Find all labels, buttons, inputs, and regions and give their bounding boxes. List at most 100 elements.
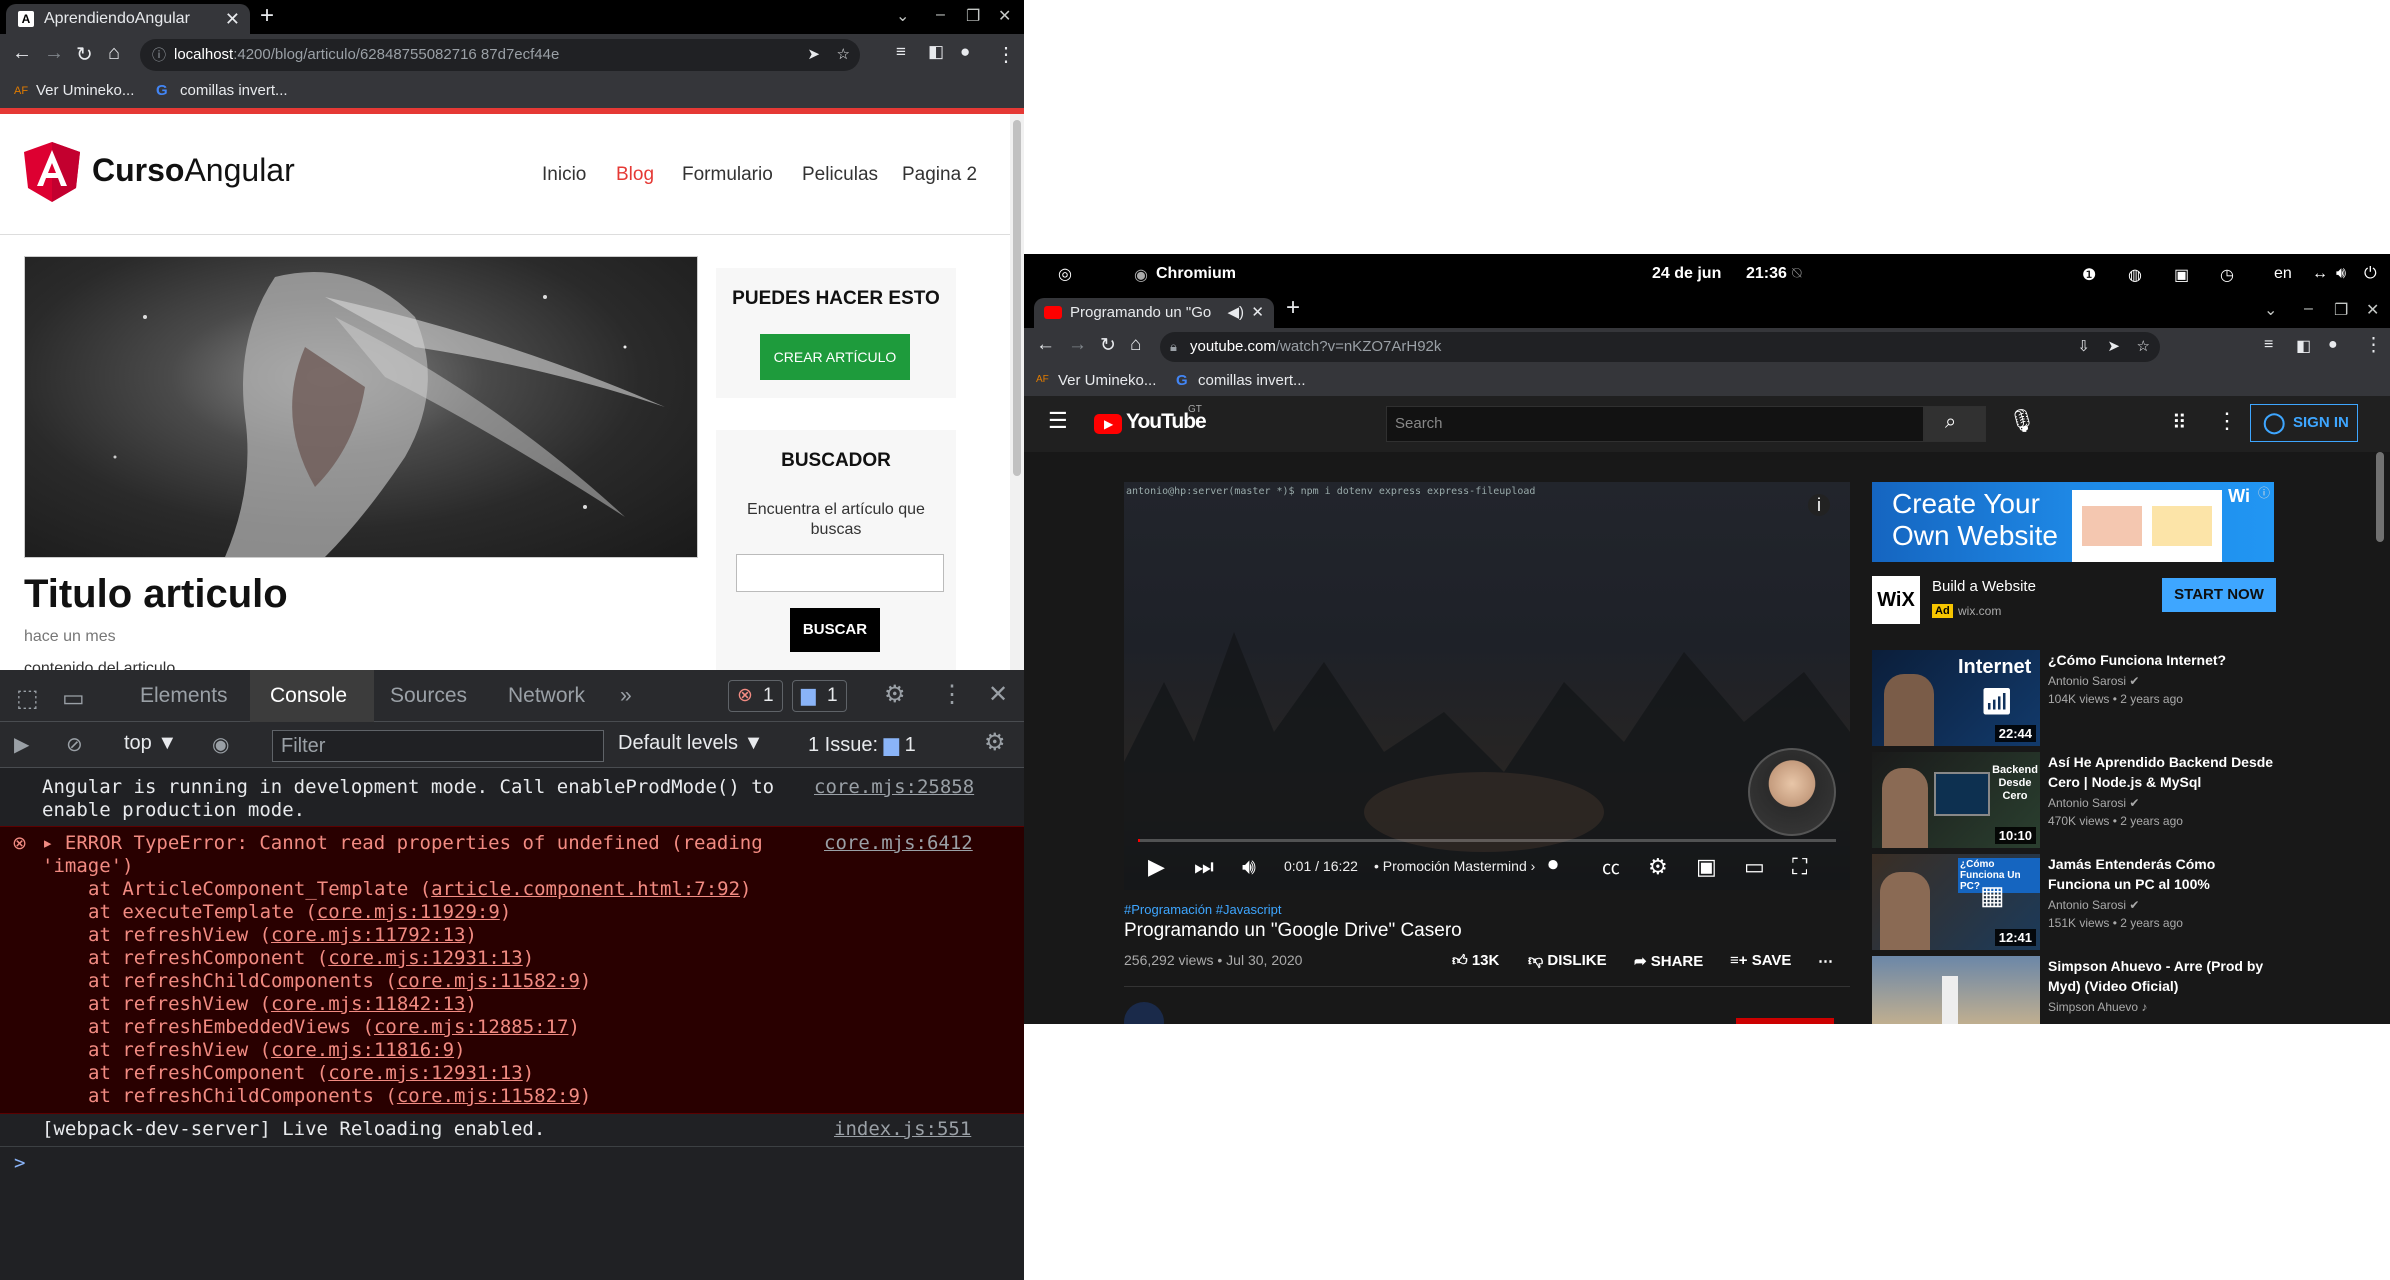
new-tab-icon[interactable]: + [260, 2, 274, 30]
subscribe-button[interactable] [1736, 1018, 1834, 1024]
profile-icon[interactable]: ● [2328, 336, 2338, 354]
network-icon[interactable]: ↔ [2312, 265, 2328, 283]
system-date[interactable]: 24 de jun [1652, 265, 1721, 283]
share-icon[interactable]: ➤ [2107, 332, 2120, 362]
stack-source-link[interactable]: core.mjs:12885:17 [374, 1016, 568, 1038]
keyboard-layout[interactable]: en [2274, 265, 2292, 283]
address-bar[interactable]: 🔒︎ youtube.com/watch?v=nKZO7ArH92k ⇩ ➤ ☆ [1160, 332, 2160, 362]
more-tabs-icon[interactable]: » [620, 684, 632, 708]
page-scrollbar-thumb[interactable] [2376, 452, 2384, 542]
video-thumbnail[interactable]: Backend Desde Cero 10:10 [1872, 752, 2040, 848]
ad-banner-image[interactable]: Create Your Own Website Wi ⓘ [1872, 482, 2274, 562]
tab-search-icon[interactable]: ⌄ [2264, 300, 2277, 320]
back-icon[interactable]: ← [1036, 334, 1055, 356]
bookmark-item[interactable]: comillas invert... [1198, 372, 1306, 389]
ad-info-icon[interactable]: ⓘ [2258, 484, 2270, 501]
hamburger-menu-icon[interactable]: ☰ [1048, 408, 1068, 434]
console-settings-gear-icon[interactable]: ⚙ [984, 728, 1006, 757]
power-icon[interactable]: ⏻ [2364, 265, 2377, 283]
autoplay-toggle-icon[interactable]: ⏺ [1548, 854, 1558, 877]
search-input[interactable]: Search [1386, 406, 1924, 442]
app-name[interactable]: Chromium [1156, 265, 1236, 283]
tray-app-icon[interactable]: ▣ [2174, 265, 2189, 285]
minimize-icon[interactable]: – [936, 6, 945, 24]
microphone-icon[interactable]: 🎙︎ [2008, 408, 2036, 434]
volume-icon[interactable]: 🔊︎ [1242, 854, 1256, 880]
tab-network[interactable]: Network [508, 684, 585, 708]
close-tab-icon[interactable]: ✕ [225, 4, 240, 34]
stack-source-link[interactable]: article.component.html:7:92 [431, 878, 740, 900]
bookmark-item[interactable]: comillas invert... [180, 82, 288, 99]
install-app-icon[interactable]: ⇩ [2077, 332, 2090, 362]
menu-kebab-icon[interactable]: ⋮ [2364, 334, 2383, 357]
nav-link-blog[interactable]: Blog [616, 164, 654, 186]
home-icon[interactable]: ⌂ [108, 42, 120, 65]
settings-gear-icon[interactable]: ⚙ [884, 680, 906, 709]
issues-button[interactable]: 1 Issue: ▆ 1 [808, 732, 916, 757]
video-player[interactable]: antonio@hp:server(master *)$ npm i doten… [1124, 482, 1850, 890]
apps-grid-icon[interactable]: ⠿ [2172, 410, 2187, 435]
chapter-title[interactable]: • Promoción Mastermind › [1374, 858, 1535, 874]
nav-link-inicio[interactable]: Inicio [542, 164, 586, 186]
close-window-icon[interactable]: ✕ [998, 6, 1011, 26]
volume-icon[interactable]: 🔊︎ [2336, 265, 2346, 283]
stack-source-link[interactable]: core.mjs:11816:9 [271, 1039, 454, 1061]
profile-icon[interactable]: ● [960, 42, 970, 62]
message-count-badge[interactable]: ▆ 1 [792, 680, 847, 712]
system-time[interactable]: 21:36 [1746, 265, 1787, 283]
recommended-video[interactable]: ¿Cómo Funciona Un PC? ▦ 12:41 Jamás Ente… [1872, 854, 2274, 952]
close-window-icon[interactable]: ✕ [2366, 300, 2379, 320]
create-article-button[interactable]: CREAR ARTÍCULO [760, 334, 910, 380]
inspect-element-icon[interactable]: ⬚ [16, 684, 39, 713]
forward-icon[interactable]: → [44, 42, 64, 65]
page-scrollbar-thumb[interactable] [1013, 120, 1021, 476]
tab-elements[interactable]: Elements [140, 684, 228, 708]
save-button[interactable]: ≡+ SAVE [1730, 952, 1791, 969]
context-selector[interactable]: top ▼ [124, 732, 177, 755]
tray-player-icon[interactable]: ◷ [2220, 265, 2234, 285]
stack-source-link[interactable]: core.mjs:11582:9 [397, 970, 580, 992]
reload-icon[interactable]: ↻ [76, 42, 93, 67]
side-panel-icon[interactable]: ◧ [2296, 336, 2311, 356]
discord-icon[interactable]: ◍ [2128, 265, 2142, 285]
stack-source-link[interactable]: core.mjs:12931:13 [328, 1062, 522, 1084]
back-icon[interactable]: ← [12, 42, 32, 65]
browser-tab[interactable]: Programando un "Go ◀) ✕ [1034, 298, 1274, 328]
console-error-line[interactable]: ▸ ERROR TypeError: Cannot read propertie… [42, 832, 763, 855]
tab-console[interactable]: Console [270, 684, 347, 708]
activities-icon[interactable]: ◎ [1058, 264, 1072, 284]
stack-source-link[interactable]: core.mjs:11929:9 [317, 901, 500, 923]
share-icon[interactable]: ➤ [807, 39, 820, 71]
home-icon[interactable]: ⌂ [1130, 334, 1141, 356]
play-icon[interactable]: ▶ [1148, 854, 1165, 880]
reading-list-icon[interactable]: ≡ [896, 42, 906, 62]
youtube-logo-icon[interactable]: ▶ [1094, 414, 1122, 434]
close-tab-icon[interactable]: ✕ [1251, 298, 1264, 328]
minimize-icon[interactable]: – [2304, 300, 2313, 318]
reading-list-icon[interactable]: ≡ [2264, 336, 2273, 354]
nav-link-peliculas[interactable]: Peliculas [802, 164, 878, 186]
stack-source-link[interactable]: core.mjs:11792:13 [271, 924, 465, 946]
like-button[interactable]: 👍︎ 13K [1452, 952, 1499, 970]
tab-sources[interactable]: Sources [390, 684, 467, 708]
clear-console-icon[interactable]: ⊘ [66, 732, 83, 757]
ad-title[interactable]: Build a Website [1932, 578, 2036, 595]
search-button[interactable]: ⌕ [1924, 406, 1986, 442]
console-filter-input[interactable]: Filter [272, 730, 604, 762]
restore-icon[interactable]: ❐ [2334, 300, 2348, 320]
error-count-badge[interactable]: ⊗ 1 [728, 680, 783, 712]
recommended-video[interactable]: Internet 📶︎ 22:44 ¿Cómo Funciona Interne… [1872, 650, 2274, 748]
nav-link-pagina-2[interactable]: Pagina 2 [902, 164, 977, 186]
bookmark-item[interactable]: Ver Umineko... [36, 82, 134, 99]
browser-tab[interactable]: A AprendiendoAngular ✕ [6, 4, 250, 34]
theater-mode-icon[interactable]: ▭ [1744, 854, 1765, 880]
video-hashtags[interactable]: #Programación #Javascript [1124, 902, 1282, 917]
video-thumbnail[interactable]: Internet 📶︎ 22:44 [1872, 650, 2040, 746]
info-icon[interactable]: ⓘ [152, 39, 166, 71]
fullscreen-icon[interactable]: ⛶ [1792, 854, 1807, 880]
search-button[interactable]: BUSCAR [790, 608, 880, 652]
devtools-menu-icon[interactable]: ⋮ [940, 680, 964, 709]
dislike-button[interactable]: 👎︎ DISLIKE [1528, 952, 1607, 970]
channel-avatar[interactable] [1124, 1002, 1164, 1024]
miniplayer-icon[interactable]: ▣ [1696, 854, 1717, 880]
